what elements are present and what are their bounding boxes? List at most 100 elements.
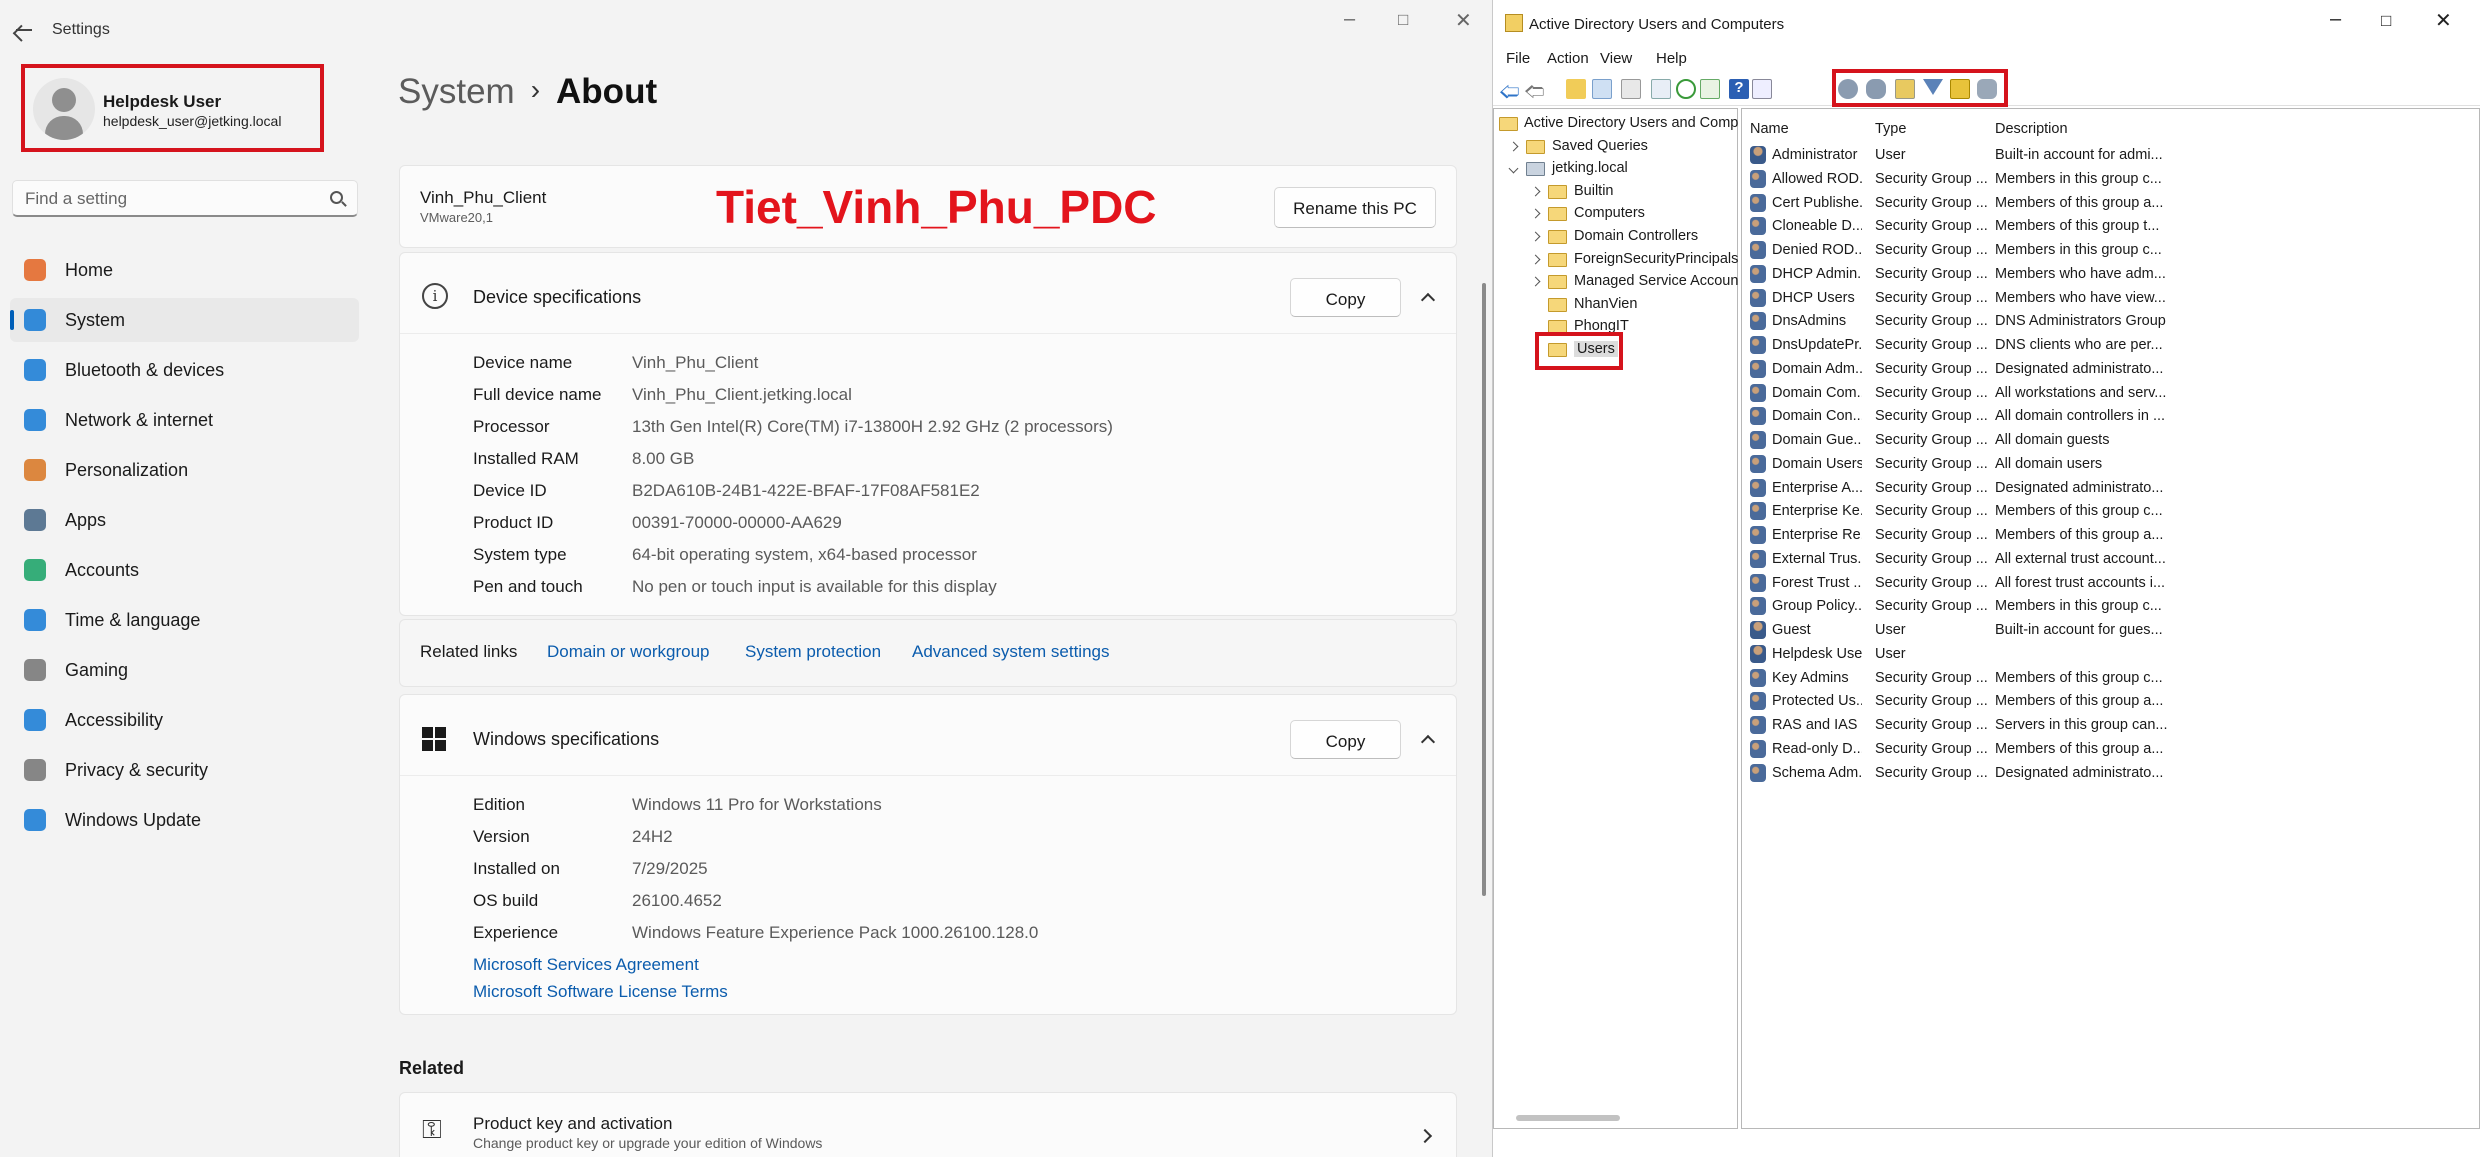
tree-item-domain-controllers[interactable]: Domain Controllers [1574, 228, 1698, 244]
chevron-right-icon[interactable] [1530, 254, 1541, 265]
services-agreement-link[interactable]: Microsoft Services Agreement [473, 955, 699, 975]
product-key-item[interactable]: ⚿ Product key and activation Change prod… [399, 1092, 1457, 1157]
list-item[interactable]: DnsUpdatePr... Security Group ... DNS clie… [1742, 335, 2479, 359]
up-folder-icon[interactable] [1566, 79, 1586, 99]
chevron-up-icon[interactable] [1420, 734, 1436, 750]
list-item[interactable]: Schema Adm... Security Group ... Designate… [1742, 763, 2479, 787]
list-item[interactable]: DnsAdmins Security Group ... DNS Administr… [1742, 311, 2479, 335]
nav-item-accessibility[interactable]: Accessibility [10, 698, 359, 742]
copy-device-specs-button[interactable]: Copy [1290, 278, 1401, 317]
tree-item-computers[interactable]: Computers [1574, 205, 1645, 221]
chevron-up-icon[interactable] [1420, 292, 1436, 308]
help-icon[interactable]: ? [1729, 79, 1749, 99]
tree-hscrollbar[interactable] [1516, 1115, 1620, 1121]
console-tree-icon[interactable] [1592, 79, 1612, 99]
list-item[interactable]: Key Admins Security Group ... Members of t… [1742, 668, 2479, 692]
tree-item-foreignsecurityprincipals[interactable]: ForeignSecurityPrincipals [1574, 251, 1738, 267]
back-arrow-icon[interactable] [14, 16, 38, 44]
rename-pc-button[interactable]: Rename this PC [1274, 187, 1436, 228]
list-item[interactable]: DHCP Admin... Security Group ... Members w… [1742, 264, 2479, 288]
nav-item-apps[interactable]: Apps [10, 498, 359, 542]
col-name-header[interactable]: Name [1750, 121, 1789, 137]
list-item[interactable]: Protected Us... Security Group ... Members… [1742, 691, 2479, 715]
menu-view[interactable]: View [1600, 50, 1632, 67]
tree-item-saved-queries[interactable]: Saved Queries [1552, 138, 1648, 154]
list-item[interactable]: Domain Com... Security Group ... All works… [1742, 383, 2479, 407]
folder-icon [1499, 117, 1518, 131]
close-icon[interactable]: ✕ [1455, 8, 1472, 33]
maximize-icon[interactable]: □ [2381, 11, 2391, 31]
list-item[interactable]: DHCP Users Security Group ... Members who … [1742, 288, 2479, 312]
chevron-down-icon[interactable] [1508, 163, 1519, 174]
nav-item-gaming[interactable]: Gaming [10, 648, 359, 692]
cell-name: Administrator [1772, 147, 1858, 163]
tree-item-active-directory-users-and-comp[interactable]: Active Directory Users and Comp [1524, 115, 1738, 131]
list-item[interactable]: Guest User Built-in account for gues... [1742, 620, 2479, 644]
menu-action[interactable]: Action [1547, 50, 1589, 67]
list-item[interactable]: Read-only D... Security Group ... Members … [1742, 739, 2479, 763]
chevron-right-icon[interactable] [1530, 276, 1541, 287]
tree-item-jetking-local[interactable]: jetking.local [1552, 160, 1628, 176]
tree-item-nhanvien[interactable]: NhanVien [1574, 296, 1637, 312]
list-item[interactable]: Cert Publishe... Security Group ... Member… [1742, 193, 2479, 217]
chevron-right-icon[interactable] [1508, 141, 1519, 152]
list-item[interactable]: Group Policy... Security Group ... Members… [1742, 596, 2479, 620]
list-item[interactable]: Enterprise A... Security Group ... Designa… [1742, 478, 2479, 502]
back-icon[interactable]: 🢠 [1499, 77, 1520, 103]
license-terms-link[interactable]: Microsoft Software License Terms [473, 982, 728, 1002]
advanced-system-settings-link[interactable]: Advanced system settings [912, 642, 1109, 662]
menu-help[interactable]: Help [1656, 50, 1687, 67]
nav-item-accounts[interactable]: Accounts [10, 548, 359, 592]
list-item[interactable]: Denied ROD... Security Group ... Members i… [1742, 240, 2479, 264]
nav-item-network-internet[interactable]: Network & internet [10, 398, 359, 442]
refresh-icon[interactable] [1676, 79, 1696, 99]
col-type-header[interactable]: Type [1875, 121, 1906, 137]
nav-item-windows-update[interactable]: Windows Update [10, 798, 359, 842]
breadcrumb-parent[interactable]: System [398, 72, 515, 111]
cell-type: User [1875, 645, 1906, 662]
nav-item-privacy-security[interactable]: Privacy & security [10, 748, 359, 792]
chevron-right-icon[interactable] [1530, 231, 1541, 242]
properties-icon[interactable] [1651, 79, 1671, 99]
minimize-icon[interactable]: – [2330, 8, 2341, 31]
maximize-icon[interactable]: □ [1398, 10, 1408, 30]
clipboard-icon[interactable] [1621, 79, 1641, 99]
close-icon[interactable]: ✕ [2435, 8, 2452, 33]
search-input[interactable]: Find a setting [12, 180, 358, 217]
list-item[interactable]: RAS and IAS ... Security Group ... Servers… [1742, 715, 2479, 739]
list-item[interactable]: Administrator User Built-in account for ad… [1742, 145, 2479, 169]
list-item[interactable]: Enterprise Re... Security Group ... Member… [1742, 525, 2479, 549]
list-item[interactable]: External Trus... Security Group ... All ex… [1742, 549, 2479, 573]
tree-item-managed-service-accoun[interactable]: Managed Service Accoun [1574, 273, 1738, 289]
cell-name: Protected Us... [1772, 693, 1862, 710]
nav-item-system[interactable]: System [10, 298, 359, 342]
nav-item-bluetooth-devices[interactable]: Bluetooth & devices [10, 348, 359, 392]
list-item[interactable]: Domain Gue... Security Group ... All domai… [1742, 430, 2479, 454]
list-item[interactable]: Domain Adm... Security Group ... Designate… [1742, 359, 2479, 383]
nav-item-personalization[interactable]: Personalization [10, 448, 359, 492]
export-icon[interactable] [1700, 79, 1720, 99]
list-item[interactable]: Cloneable D... Security Group ... Members … [1742, 216, 2479, 240]
chevron-right-icon[interactable] [1530, 208, 1541, 219]
chevron-right-icon[interactable] [1530, 186, 1541, 197]
list-item[interactable]: Domain Con... Security Group ... All domai… [1742, 406, 2479, 430]
list-item[interactable]: Allowed ROD... Security Group ... Members … [1742, 169, 2479, 193]
list-item[interactable]: Domain Users Security Group ... All domain… [1742, 454, 2479, 478]
copy-windows-specs-button[interactable]: Copy [1290, 720, 1401, 759]
tree-item-builtin[interactable]: Builtin [1574, 183, 1614, 199]
list-item[interactable]: Forest Trust ... Security Group ... All fo… [1742, 573, 2479, 597]
bluetooth-icon [24, 359, 46, 381]
menu-file[interactable]: File [1506, 50, 1530, 67]
scrollbar[interactable] [1482, 283, 1486, 896]
nav-item-time-language[interactable]: Time & language [10, 598, 359, 642]
minimize-icon[interactable]: – [1344, 8, 1355, 31]
col-description-header[interactable]: Description [1995, 121, 2068, 137]
nav-item-home[interactable]: Home [10, 248, 359, 292]
action-pane-icon[interactable] [1752, 79, 1772, 99]
system-protection-link[interactable]: System protection [745, 642, 881, 662]
list-item[interactable]: Enterprise Ke... Security Group ... Member… [1742, 501, 2479, 525]
user-profile[interactable]: Helpdesk User helpdesk_user@jetking.loca… [21, 64, 324, 152]
list-item[interactable]: Helpdesk User User [1742, 644, 2479, 668]
forward-icon[interactable]: 🢢 [1524, 77, 1545, 103]
domain-or-workgroup-link[interactable]: Domain or workgroup [547, 642, 710, 662]
